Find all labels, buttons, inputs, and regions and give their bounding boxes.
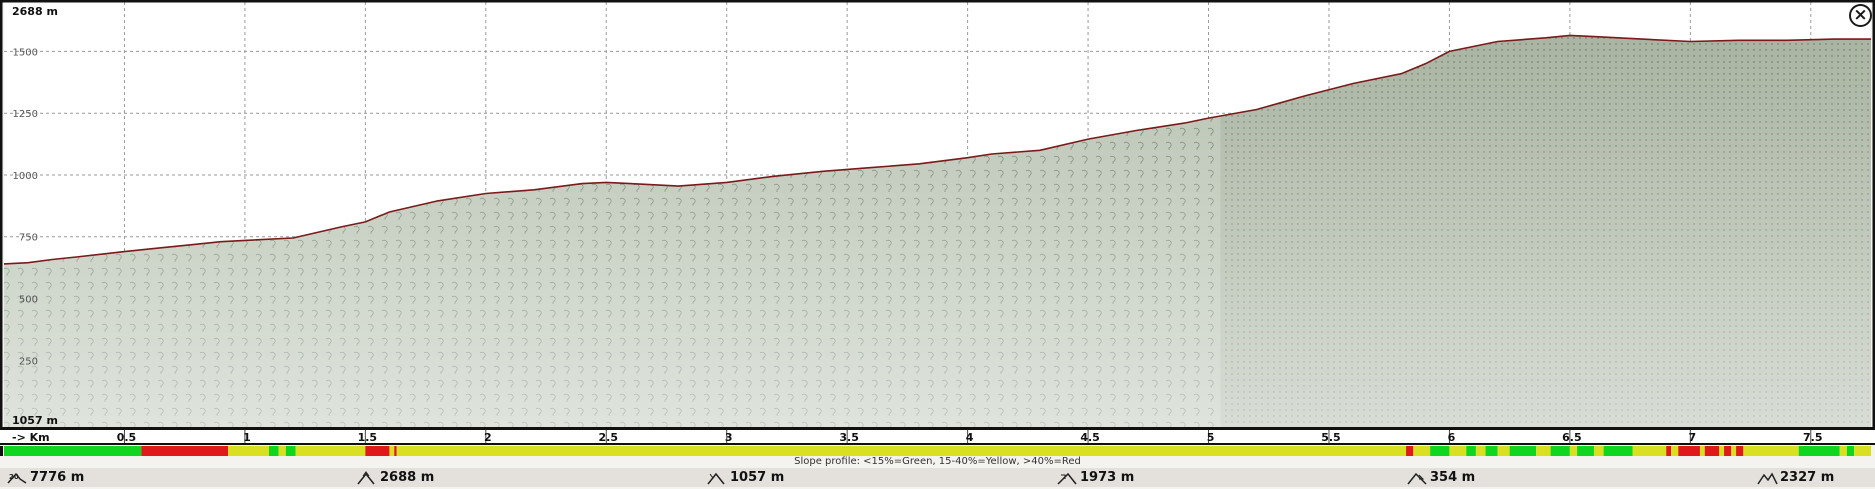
- slope-segment: [1509, 446, 1537, 456]
- svg-text:20: 20: [9, 473, 19, 481]
- stat-min-elevation-value: 1057 m: [730, 470, 785, 485]
- slope-segment: [1846, 446, 1855, 456]
- slope-segment: [396, 446, 1407, 456]
- slope-segment: [1497, 446, 1510, 456]
- stats-bar: 20 7776 m 2688 m 1057 m 1973 m 354 m 232…: [0, 468, 1875, 487]
- slope-segment: [1678, 446, 1700, 456]
- slope-segment: [1632, 446, 1667, 456]
- slope-segment: [4, 446, 142, 456]
- x-tick-label: 1: [243, 431, 251, 444]
- x-tick-label: 3: [725, 431, 733, 444]
- slope-segment: [1736, 446, 1744, 456]
- slope-segment: [1731, 446, 1737, 456]
- slope-segment: [1475, 446, 1486, 456]
- stat-distance: 20 7776 m: [6, 468, 84, 487]
- y-axis-bottom-label: 1057 m: [12, 414, 58, 427]
- x-tick-label: 5: [1207, 431, 1215, 444]
- stat-total-descent: 354 m: [1406, 468, 1475, 487]
- x-tick-label: 6.5: [1562, 431, 1582, 444]
- x-axis-strip: [0, 430, 1875, 443]
- slope-segment: [278, 446, 286, 456]
- slope-segment: [1466, 446, 1476, 456]
- x-tick-label: 2: [484, 431, 492, 444]
- stat-max-elevation: 2688 m: [356, 468, 434, 487]
- max-elevation-icon: [356, 470, 378, 485]
- slope-segment: [1550, 446, 1570, 456]
- close-button[interactable]: ×: [1849, 4, 1872, 27]
- slope-segment: [228, 446, 269, 456]
- slope-segment: [1485, 446, 1498, 456]
- slope-segment: [295, 446, 366, 456]
- slope-segment: [394, 446, 397, 456]
- slope-segment: [1449, 446, 1467, 456]
- slope-segment: [389, 446, 395, 456]
- stat-min-elevation: 1057 m: [706, 468, 784, 487]
- elevation-profile-panel: 1500 1250 1000 750 500 250 2688 m 1057 m -> Km 0.…: [0, 0, 1875, 487]
- x-tick-label: 4.5: [1080, 431, 1100, 444]
- y-tick-label: 1250: [13, 109, 38, 120]
- y-tick-label: 500: [19, 295, 38, 306]
- slope-segment: [1536, 446, 1551, 456]
- slope-segment: [1593, 446, 1604, 456]
- slope-segment: [1839, 446, 1847, 456]
- x-tick-label: 3.5: [839, 431, 859, 444]
- descent-icon: [1406, 471, 1428, 485]
- stat-elevation-gain-value: 2327 m: [1780, 470, 1835, 485]
- stat-max-elevation-value: 2688 m: [380, 470, 435, 485]
- x-tick-label: 1.5: [358, 431, 378, 444]
- slope-segment: [285, 446, 296, 456]
- stat-total-ascent: 1973 m: [1056, 468, 1134, 487]
- x-tick-label: 5.5: [1321, 431, 1341, 444]
- stat-total-ascent-value: 1973 m: [1080, 470, 1135, 485]
- x-axis-unit-label: -> Km: [12, 431, 50, 444]
- slope-segment: [1413, 446, 1431, 456]
- slope-segment: [1719, 446, 1725, 456]
- slope-segment: [1666, 446, 1672, 456]
- stat-distance-value: 7776 m: [30, 470, 85, 485]
- slope-segment: [1704, 446, 1720, 456]
- slope-segment: [1724, 446, 1732, 456]
- min-elevation-icon: [706, 471, 728, 485]
- y-tick-label: 250: [19, 356, 38, 367]
- slope-bar-edge: [0, 446, 3, 456]
- x-tick-label: 6: [1448, 431, 1456, 444]
- x-tick-label: 2.5: [599, 431, 619, 444]
- slope-segment: [365, 446, 390, 456]
- slope-segment: [141, 446, 229, 456]
- x-tick-label: 4: [966, 431, 974, 444]
- y-tick-label: 750: [19, 233, 38, 244]
- slope-segment: [1569, 446, 1578, 456]
- profile-chart: 1500 1250 1000 750 500 250 2688 m 1057 m -> Km 0.…: [0, 0, 1875, 456]
- ascent-icon: [1056, 471, 1078, 485]
- slope-segment: [268, 446, 279, 456]
- x-tick-label: 7.5: [1803, 431, 1823, 444]
- x-tick-label: 0.5: [117, 431, 137, 444]
- stat-elevation-gain: 2327 m: [1756, 468, 1834, 487]
- stat-total-descent-value: 354 m: [1430, 470, 1476, 485]
- x-tick-label: 7: [1688, 431, 1696, 444]
- y-tick-label: 1500: [13, 47, 38, 58]
- slope-segment: [1577, 446, 1594, 456]
- y-axis-top-label: 2688 m: [12, 5, 58, 18]
- elevation-gain-icon: [1756, 471, 1778, 485]
- y-tick-label: 1000: [13, 171, 38, 182]
- slope-segment: [1430, 446, 1450, 456]
- slope-segment: [1406, 446, 1414, 456]
- slope-segment: [1699, 446, 1705, 456]
- distance-icon: 20: [6, 471, 28, 485]
- slope-segment: [1854, 446, 1871, 456]
- slope-segment: [1671, 446, 1679, 456]
- slope-segment: [1603, 446, 1633, 456]
- slope-segment: [1743, 446, 1799, 456]
- slope-segment: [1798, 446, 1840, 456]
